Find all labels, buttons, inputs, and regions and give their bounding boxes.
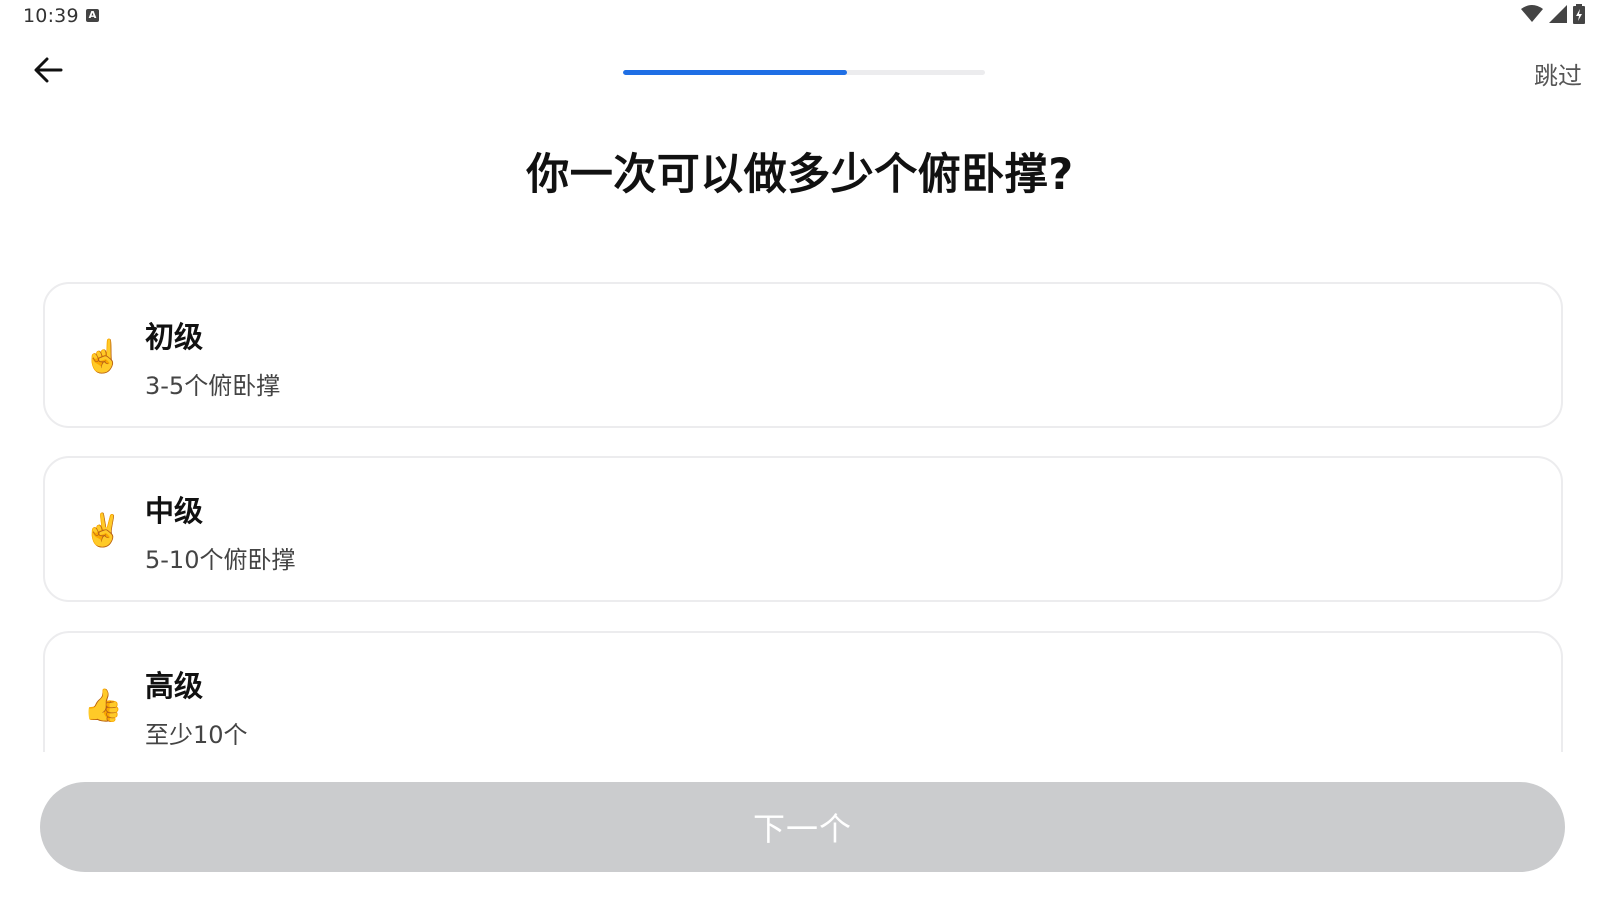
arrow-left-icon [33, 57, 63, 87]
back-button[interactable] [28, 54, 68, 90]
option-title: 高级 [145, 669, 204, 703]
wifi-icon [1521, 5, 1543, 27]
question-title: 你一次可以做多少个俯卧撑? [526, 150, 1074, 200]
progress-bar [623, 70, 985, 75]
status-time: 10:39 [23, 5, 79, 27]
victory-hand-icon: ✌️ [83, 511, 123, 549]
progress-bar-fill [623, 70, 848, 75]
option-card-intermediate[interactable]: ✌️ 中级 5-10个俯卧撑 [43, 456, 1563, 602]
option-description: 5-10个俯卧撑 [145, 546, 296, 574]
cell-signal-icon [1549, 5, 1567, 27]
next-button[interactable]: 下一个 [40, 782, 1565, 872]
option-card-advanced[interactable]: 👍 高级 至少10个 [43, 631, 1563, 752]
keyboard-a-icon: A [86, 9, 99, 22]
option-card-beginner[interactable]: ☝️ 初级 3-5个俯卧撑 [43, 282, 1563, 428]
status-bar: 10:39 A [0, 0, 1600, 34]
options-list: ☝️ 初级 3-5个俯卧撑 ✌️ 中级 5-10个俯卧撑 👍 高级 至少10个 [0, 282, 1600, 752]
battery-icon [1573, 4, 1585, 28]
onboarding-screen: 10:39 A 跳过 你一次可以做多少个俯卧撑? ☝️ 初级 3-5个俯卧撑 ✌… [0, 0, 1600, 900]
option-description: 至少10个 [145, 721, 248, 749]
skip-button[interactable]: 跳过 [1534, 56, 1582, 91]
index-pointing-up-icon: ☝️ [83, 337, 123, 375]
thumbs-up-icon: 👍 [83, 686, 123, 724]
option-description: 3-5个俯卧撑 [145, 372, 281, 400]
status-icons [1521, 4, 1585, 28]
option-title: 初级 [145, 320, 204, 354]
option-title: 中级 [145, 494, 204, 528]
